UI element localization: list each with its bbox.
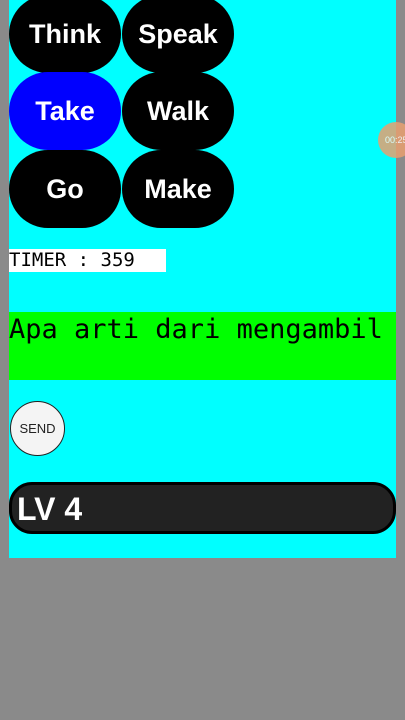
level-bar: LV 4 [9,482,396,534]
answer-button-speak[interactable]: Speak [122,0,234,73]
answer-button-think[interactable]: Think [9,0,121,73]
answer-button-take[interactable]: Take [9,72,121,150]
level-label: LV 4 [17,491,83,527]
answer-button-go[interactable]: Go [9,150,121,228]
question-text: Apa arti dari mengambil [9,312,396,380]
timer-display: TIMER : 359 [9,249,166,272]
answer-button-make[interactable]: Make [122,150,234,228]
answer-button-walk[interactable]: Walk [122,72,234,150]
send-button[interactable]: SEND [10,401,65,456]
floating-bubble-text: 00:25 [385,135,405,145]
